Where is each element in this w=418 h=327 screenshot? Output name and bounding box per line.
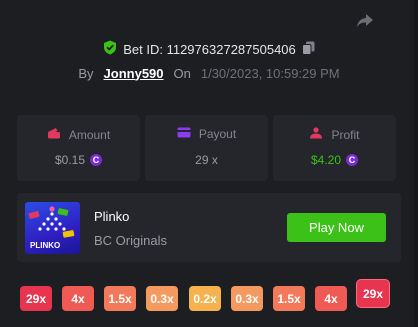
username-link[interactable]: Jonny590 [104,66,164,81]
bet-meta-row: By Jonny590 On 1/30/2023, 10:59:29 PM [0,64,418,82]
multiplier-slot: 4x [315,286,347,311]
coin-icon: C [346,154,359,166]
game-name: Plinko [94,209,130,224]
amount-value: $0.15 [54,153,86,167]
multiplier-slot: 29x [20,286,52,311]
play-now-button[interactable]: Play Now [287,213,386,242]
bet-id: Bet ID: 112976327287505406 [123,41,296,57]
share-button[interactable] [354,12,376,34]
payout-card: Payout 29 x [145,115,268,181]
copy-icon[interactable] [301,41,315,58]
payout-value: 29 x [195,153,218,167]
multiplier-slot: 4x [62,286,94,311]
payout-label: Payout [198,127,237,141]
profit-value: $4.20 [310,153,342,167]
profit-card: Profit $4.20 C [273,115,396,181]
amount-card: Amount $0.15 C [17,115,140,181]
amount-label: Amount [68,127,111,142]
game-provider: BC Originals [94,233,167,248]
on-label: On [173,65,191,81]
thumbnail-label: PLINKO [30,241,61,250]
game-thumbnail[interactable]: PLINKO [25,202,80,254]
multiplier-slot: 0.2x [189,286,221,311]
bet-id-row: Bet ID: 112976327287505406 [0,39,418,59]
shield-check-icon [103,40,117,58]
multiplier-row: 29x 4x 1.5x 0.3x 0.2x 0.3x 1.5x 4x 29x [0,278,418,314]
multiplier-slot: 1.5x [104,286,136,311]
profit-label: Profit [331,127,360,142]
multiplier-slot: 0.3x [146,286,178,311]
profit-icon [309,127,323,142]
multiplier-slot: 1.5x [273,286,305,311]
multiplier-slot-highlighted: 29x [357,280,389,307]
by-label: By [78,65,94,81]
coin-icon: C [90,154,103,166]
game-card: PLINKO Plinko BC Originals Play Now [17,193,401,262]
share-icon [356,13,374,34]
bet-datetime: 1/30/2023, 10:59:29 PM [200,65,340,81]
wallet-icon [47,127,61,142]
card-icon [177,127,191,141]
multiplier-slot: 0.3x [231,286,263,311]
